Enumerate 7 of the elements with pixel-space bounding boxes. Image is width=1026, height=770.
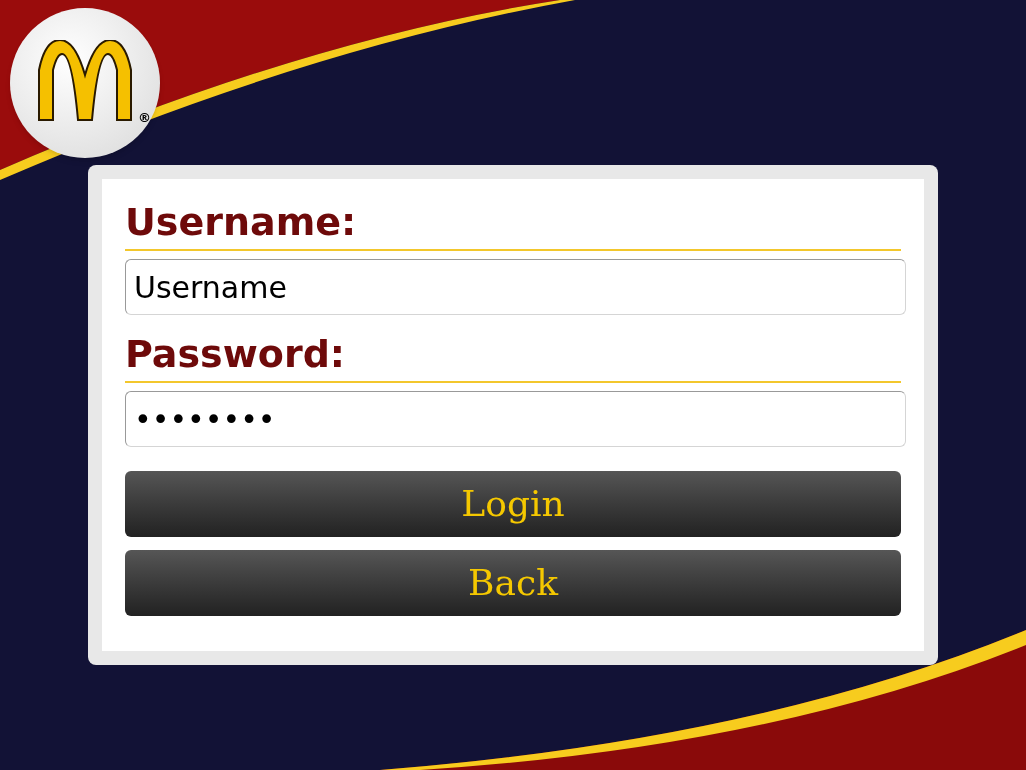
input-field[interactable]: Username <box>125 259 906 315</box>
field-label: Username: <box>125 199 901 251</box>
action-button[interactable]: Login <box>125 471 901 537</box>
registered-mark: ® <box>138 109 151 127</box>
input-field[interactable]: •••••••• <box>125 391 906 447</box>
action-button[interactable]: Back <box>125 550 901 616</box>
field-label: Password: <box>125 331 901 383</box>
